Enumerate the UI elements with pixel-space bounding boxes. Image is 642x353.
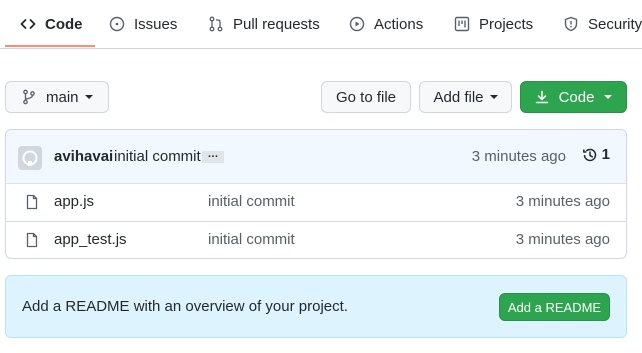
commit-message-link[interactable]: initial commit [114,148,201,165]
latest-commit-header: avihavai initial commit … 3 minutes ago … [6,130,626,184]
code-download-button[interactable]: Code [520,81,627,113]
file-row: app.js initial commit 3 minutes ago [6,184,626,221]
commit-expand-button[interactable]: … [202,149,224,163]
file-name-link[interactable]: app_test.js [54,231,127,248]
avatar[interactable] [18,146,42,170]
active-tab-underline [5,45,95,47]
file-list-box: avihavai initial commit … 3 minutes ago … [5,129,627,259]
add-file-button[interactable]: Add file [419,81,512,113]
tab-label: Pull requests [233,15,320,33]
file-commit-message-link[interactable]: initial commit [208,231,295,248]
tab-projects[interactable]: Projects [454,0,533,48]
branch-icon [23,89,35,105]
tab-pull-requests[interactable]: Pull requests [208,0,320,48]
commit-author-link[interactable]: avihavai [54,148,113,165]
tab-code[interactable]: Code [20,0,83,48]
go-to-file-button[interactable]: Go to file [321,81,411,113]
tab-label: Code [45,15,83,33]
add-file-label: Add file [433,88,484,106]
file-commit-time: 3 minutes ago [515,231,610,248]
play-icon [349,16,365,32]
download-icon [535,90,548,104]
add-readme-banner: Add a README with an overview of your pr… [5,275,627,338]
tab-actions[interactable]: Actions [349,0,423,48]
file-icon [26,194,38,210]
issue-icon [109,16,125,32]
file-icon [26,232,38,248]
chevron-down-icon [489,95,498,99]
go-to-file-label: Go to file [335,88,397,106]
readme-prompt-text: Add a README with an overview of your pr… [22,298,348,315]
project-board-icon [454,16,470,32]
history-icon [582,148,596,161]
file-row: app_test.js initial commit 3 minutes ago [6,221,626,258]
commit-time: 3 minutes ago [471,148,566,165]
chevron-down-icon [604,95,613,99]
tab-label: Actions [374,15,424,33]
code-label: Code [558,88,595,106]
github-avatar-icon [22,150,38,166]
repo-tab-nav: Code Issues Pull requests Actions Projec… [0,0,642,49]
file-commit-message-link[interactable]: initial commit [208,193,295,210]
add-readme-label: Add a README [507,299,602,315]
commit-history-link[interactable]: 1 [582,146,610,163]
shield-icon [564,16,578,32]
pull-request-icon [209,16,223,32]
chevron-down-icon [84,95,93,99]
tab-label: Issues [134,15,178,33]
tab-security[interactable]: Security [563,0,642,48]
file-name-link[interactable]: app.js [54,193,94,210]
code-icon [20,19,36,29]
file-commit-time: 3 minutes ago [515,193,610,210]
branch-name: main [46,88,79,106]
commit-count: 1 [601,146,610,163]
add-readme-button[interactable]: Add a README [499,293,610,321]
branch-select-button[interactable]: main [5,81,109,113]
tab-label: Security [588,15,642,33]
tab-label: Projects [479,15,534,33]
tab-issues[interactable]: Issues [109,0,177,48]
